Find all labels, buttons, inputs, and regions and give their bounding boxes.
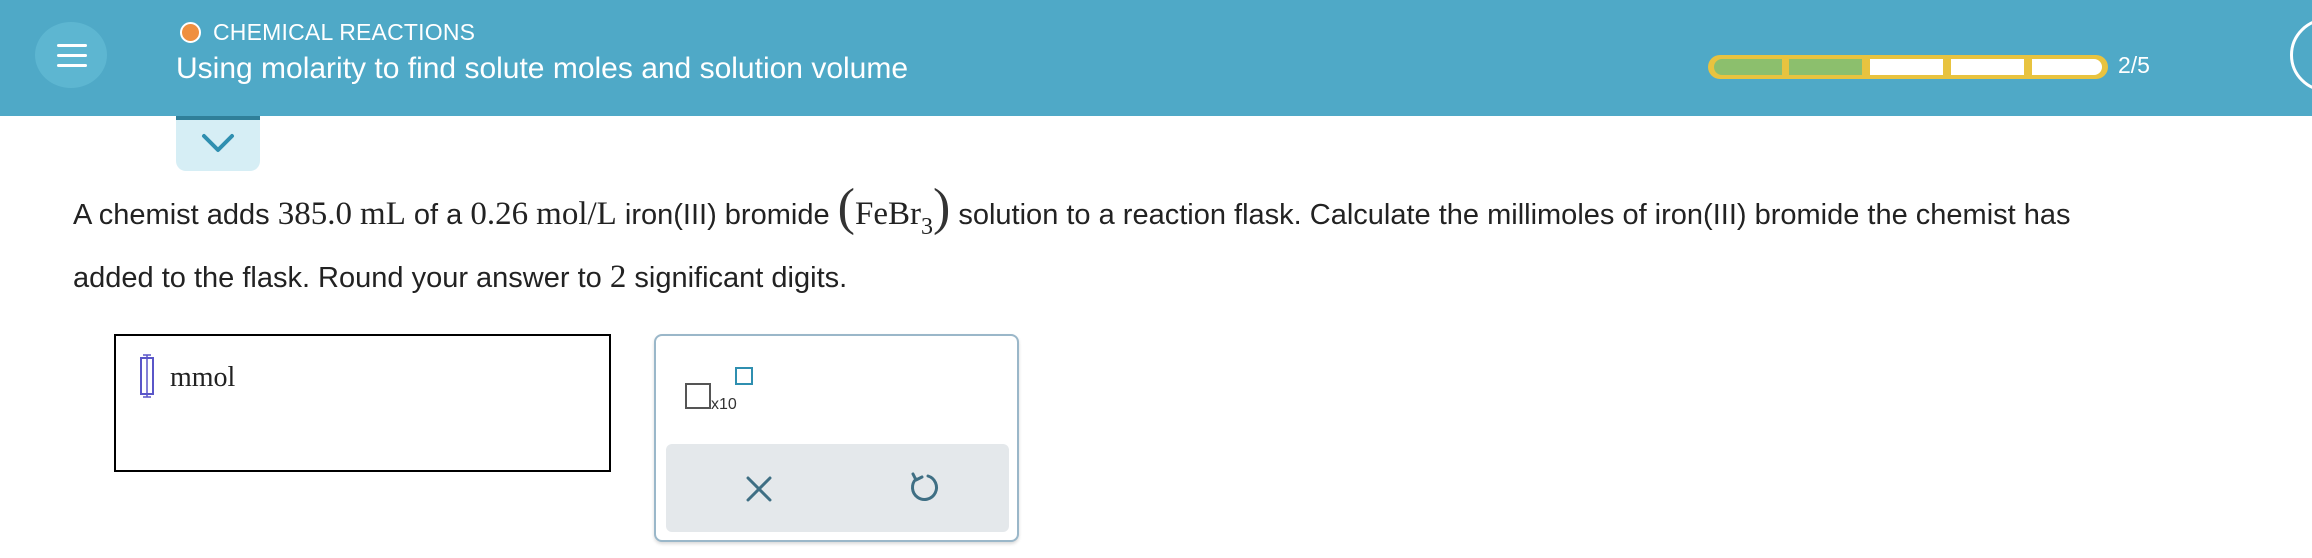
progress-segment [1951,59,2024,75]
account-avatar[interactable] [2290,18,2312,92]
topic-row: CHEMICAL REACTIONS [180,18,475,46]
header-bar: CHEMICAL REACTIONS Using molarity to fin… [0,0,2312,116]
scientific-notation-icon: x10 [685,367,753,413]
clear-icon[interactable] [742,472,776,506]
open-paren: ( [837,179,855,236]
volume-value: 385.0 [277,196,352,232]
question-text-part: of a [413,199,463,231]
text-cursor-icon [140,354,154,398]
progress-segment [1714,59,1782,75]
scientific-notation-button[interactable]: x10 [684,366,764,416]
topic-label: CHEMICAL REACTIONS [213,18,476,45]
compound-name: iron(III) bromide [624,199,830,231]
question-text: A chemist adds 385.0 mL of a 0.26 mol/L … [73,178,2312,308]
molarity-unit: mol/L [536,196,617,232]
math-tools-panel: x10 [654,334,1019,542]
undo-icon[interactable] [906,470,942,506]
progress-segment [2032,59,2102,75]
volume-unit: mL [360,196,406,232]
question-line-1: A chemist adds 385.0 mL of a 0.26 mol/L … [73,178,2312,247]
progress-segment [1789,59,1862,75]
answer-unit: mmol [170,362,236,393]
progress-bar [1708,55,2108,79]
menu-icon-line [57,54,87,57]
menu-icon-line [57,64,87,67]
sci-label: x10 [711,396,737,413]
formula-subscript: 3 [920,214,933,240]
question-text-part: A chemist adds [73,199,270,231]
page-title: Using molarity to find solute moles and … [176,52,909,85]
molarity-value: 0.26 [470,196,529,232]
progress-segment [1870,59,1943,75]
topic-status-icon [180,21,201,43]
menu-button[interactable] [35,22,107,88]
close-paren: ) [932,179,951,236]
sig-digits-value: 2 [609,259,627,295]
tools-action-bar [666,444,1009,532]
progress-count: 2/5 [2118,52,2150,78]
question-text-part: solution to a reaction flask. Calculate … [958,199,2071,231]
chevron-down-icon [202,134,234,152]
menu-icon [57,44,87,47]
formula: FeBr [854,196,921,232]
question-text-part: significant digits. [634,262,848,294]
answer-input[interactable]: mmol [114,334,611,472]
collapse-toggle[interactable] [176,116,260,171]
question-line-2: added to the flask. Round your answer to… [73,247,2312,308]
question-text-part: added to the flask. Round your answer to [73,262,602,294]
